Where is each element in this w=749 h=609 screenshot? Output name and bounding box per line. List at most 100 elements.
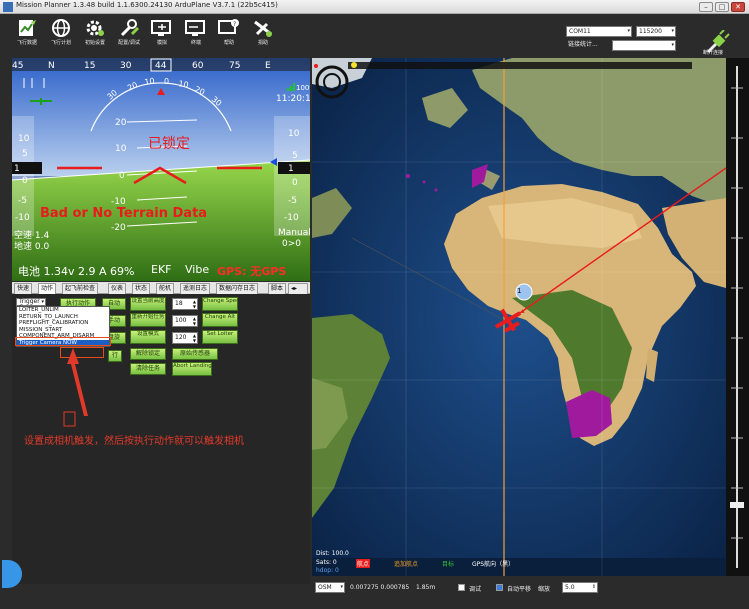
autopan-label: 自动平移 — [507, 586, 532, 593]
alt-stepper[interactable]: 100 ▲ ▼ — [172, 315, 198, 327]
spin-icon[interactable]: ▲ ▼ — [193, 333, 196, 343]
heading-tick: 60 — [192, 61, 204, 71]
alt-scale-label: 5 — [292, 151, 298, 161]
hud-clock: 11:20:13 — [276, 94, 310, 104]
heading-tick: N — [48, 61, 55, 71]
tab-telemetry-logs[interactable]: 遥测日志 — [180, 283, 211, 294]
artificial-horizon: 45 N 15 30 44 60 75 E 30 20 10 0 10 20 3… — [12, 58, 310, 281]
chevron-down-icon: ▾ — [671, 42, 674, 48]
baud-select[interactable]: 115200 ▾ — [636, 26, 676, 37]
legend-gps-heading: GPS航向（黑） — [472, 561, 515, 568]
map-sats: Sats: 0 — [316, 559, 337, 566]
globe-icon — [52, 19, 70, 37]
speed-stepper[interactable]: 18 ▲ ▼ — [172, 298, 198, 310]
set-loiter-rad-button[interactable]: Set Loiter — [202, 330, 238, 344]
tab-scripts[interactable]: 脚本 — [268, 283, 287, 294]
flight-data-button[interactable]: 飞行数据 — [10, 18, 44, 56]
ekf-status[interactable]: EKF — [151, 263, 172, 276]
tab-servo[interactable]: 舵机 — [156, 283, 175, 294]
speed-scale-label: -5 — [18, 196, 27, 206]
raw-sensor-button[interactable]: 原始传感器 — [172, 348, 218, 360]
chevron-down-icon: ▾ — [41, 299, 44, 305]
change-speed-button[interactable]: Change Speed — [202, 297, 238, 311]
window-title: Mission Planner 1.3.48 build 1.1.6300.24… — [16, 1, 278, 9]
flight-plan-button[interactable]: 飞行计划 — [44, 18, 78, 56]
config-tuning-button[interactable]: 配置/调试 — [112, 18, 146, 56]
donate-plane-icon — [254, 20, 272, 37]
help-button[interactable]: ? 帮助 — [212, 18, 246, 56]
tab-actions[interactable]: 动作 — [38, 283, 57, 294]
simulation-button[interactable]: 模拟 — [145, 18, 179, 56]
heading-tick: 75 — [229, 61, 240, 71]
annotation-arrow — [63, 348, 88, 427]
legend-target: 目标 — [442, 561, 455, 568]
map-bottom-bar: OSM ▾ 0.007275 0.000785 1.85m 调试 自动平移 缩放 … — [312, 578, 749, 609]
map-type-select[interactable]: OSM ▾ — [315, 582, 345, 593]
svg-text:?: ? — [233, 21, 236, 28]
terminal-icon — [185, 20, 205, 36]
pitch-label: 0 — [119, 171, 125, 181]
abort-landing-button[interactable]: Abort Landing — [172, 362, 212, 376]
com-port-select[interactable]: COM11 ▾ — [566, 26, 632, 37]
heading-tick: 45 — [12, 61, 23, 71]
zoom-stepper[interactable]: 5.0 ⇕ — [562, 582, 598, 593]
spin-icon[interactable]: ▲ ▼ — [193, 316, 196, 326]
maximize-button[interactable]: □ — [715, 2, 729, 12]
monitor-plane-icon — [151, 20, 171, 36]
pitch-label: -20 — [111, 223, 126, 233]
info-tabs: 快速 动作 起飞前检查 仪表 状态 舵机 遥测日志 数据闪存日志 脚本 ◂▸ — [12, 282, 310, 294]
altitude-slider-bar[interactable] — [726, 58, 749, 576]
action-select[interactable]: Trigger C▾ — [16, 298, 46, 311]
minimize-button[interactable]: – — [699, 2, 713, 12]
main-toolbar: 飞行数据 飞行计划 初始设置 配置/调试 模拟 终端 ? 帮助 捐助 COM11… — [0, 14, 749, 58]
tab-scroll-arrows[interactable]: ◂▸ — [288, 283, 308, 294]
flight-mode: Manual — [278, 228, 310, 238]
tab-status[interactable]: 状态 — [132, 283, 151, 294]
spin-icon[interactable]: ▲ ▼ — [193, 299, 196, 309]
alt-scale-label: -10 — [284, 213, 299, 223]
debug-label: 调试 — [469, 586, 482, 593]
vibe-status[interactable]: Vibe — [185, 263, 209, 276]
speed-scale-label: 10 — [18, 134, 30, 144]
spin-icon[interactable]: ⇕ — [592, 583, 596, 592]
restart-mission-button[interactable]: 重新开始任务 — [130, 313, 166, 327]
terrain-warning: Bad or No Terrain Data — [40, 206, 208, 221]
help-icon: ? — [218, 19, 239, 34]
chevron-down-icon: ▾ — [671, 28, 674, 34]
roll-label: 0 — [164, 77, 169, 86]
terminal-button[interactable]: 终端 — [179, 18, 213, 56]
change-alt-button[interactable]: Change Alt — [202, 313, 238, 327]
alt-value: 1 — [288, 164, 294, 174]
alt-scale-label: -5 — [288, 196, 297, 206]
speed-scale-label: 5 — [22, 149, 28, 159]
tab-preflight[interactable]: 起飞前检查 — [62, 283, 99, 294]
chevron-down-icon: ▾ — [627, 28, 630, 34]
link-select[interactable]: ▾ — [612, 40, 676, 51]
connect-label: 断开连接 — [703, 50, 724, 56]
set-mode-button[interactable]: 设置模式 — [130, 330, 166, 344]
battery-percent: 100% — [296, 84, 310, 92]
tab-gauges[interactable]: 仪表 — [108, 283, 127, 294]
tab-quick[interactable]: 快速 — [14, 283, 33, 294]
initial-setup-button[interactable]: 初始设置 — [78, 18, 112, 56]
donate-button[interactable]: 捐助 — [246, 18, 280, 56]
roll-label: 10 — [178, 79, 190, 90]
mission-planner-window: Mission Planner 1.3.48 build 1.1.6300.24… — [0, 0, 749, 609]
heading-tick: E — [265, 61, 271, 71]
map-view[interactable]: 1 Dist: 100.0 Sats: 0 航点 追加航点 目标 GPS航向（黑… — [312, 58, 726, 576]
debug-checkbox[interactable] — [458, 584, 465, 591]
alt-scale-label: 0 — [292, 178, 298, 188]
map-dist: Dist: 100.0 — [316, 550, 349, 557]
heading-tick: 44 — [155, 61, 167, 71]
legend-waypoint: 航点 — [356, 559, 371, 568]
cursor-coords: 0.007275 0.000785 — [350, 584, 410, 591]
loiter-rad-stepper[interactable]: 120 ▲ ▼ — [172, 332, 198, 344]
chevron-down-icon: ▾ — [340, 584, 343, 590]
speed-value: 1 — [14, 164, 20, 174]
set-home-alt-button[interactable]: 设置当前高度 — [130, 297, 166, 311]
world-map — [312, 58, 726, 576]
tab-dataflash-logs[interactable]: 数据闪存日志 — [216, 283, 259, 294]
cursor-distance: 1.85m — [416, 584, 436, 591]
autopan-checkbox[interactable] — [496, 584, 503, 591]
close-button[interactable]: ✕ — [731, 2, 745, 12]
